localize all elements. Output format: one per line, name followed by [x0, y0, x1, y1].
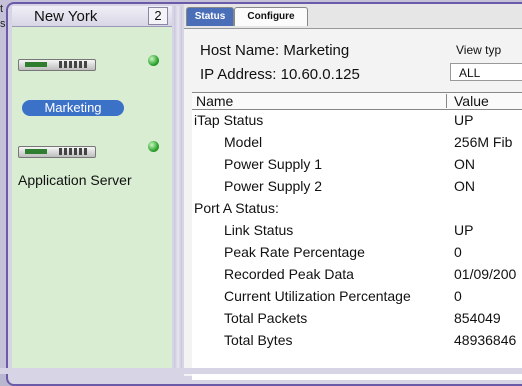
- status-green-led-icon: [148, 55, 159, 66]
- device-tree-panel: New York 2 Marketing Application Server: [12, 6, 172, 374]
- device-label-selected[interactable]: Marketing: [22, 100, 124, 116]
- background-fragment: s: [0, 18, 6, 30]
- table-row[interactable]: Model 256M Fib: [192, 132, 522, 152]
- tab-bar: Status Configure: [184, 4, 522, 29]
- table-row[interactable]: Peak Rate Percentage 0: [192, 242, 522, 262]
- table-row[interactable]: iTap Status UP: [192, 110, 522, 130]
- view-type-select[interactable]: ALL: [450, 63, 522, 81]
- table-row[interactable]: Recorded Peak Data 01/09/200: [192, 264, 522, 284]
- row-name: Model: [224, 134, 263, 150]
- host-info: Host Name: Marketing IP Address: 10.60.0…: [184, 29, 522, 91]
- row-name: Port A Status:: [194, 200, 279, 216]
- device-label[interactable]: Application Server: [18, 172, 132, 188]
- row-value: 01/09/200: [454, 266, 517, 282]
- table-row[interactable]: Power Supply 1 ON: [192, 154, 522, 174]
- row-name: Power Supply 1: [224, 156, 323, 172]
- host-name: Host Name: Marketing: [200, 42, 350, 59]
- location-header[interactable]: New York 2: [12, 6, 172, 27]
- status-table: Name Value iTap Status UP Model 256M Fib Pow…: [192, 92, 522, 380]
- row-name: Peak Rate Percentage: [224, 244, 365, 260]
- table-header: Name Value: [192, 92, 522, 110]
- row-value: 48936846: [454, 332, 517, 348]
- row-value: 0: [454, 244, 462, 260]
- row-name: Total Packets: [224, 310, 308, 326]
- table-row[interactable]: Port A Status:: [192, 198, 522, 218]
- table-row[interactable]: Current Utilization Percentage 0: [192, 286, 522, 306]
- tab-status[interactable]: Status: [186, 7, 234, 26]
- column-resize-handle[interactable]: [446, 94, 447, 108]
- column-header-name[interactable]: Name: [196, 93, 233, 109]
- network-device-icon: [18, 146, 96, 158]
- row-name: Total Bytes: [224, 332, 293, 348]
- background-fragment: t: [0, 3, 4, 15]
- ip-address: IP Address: 10.60.0.125: [200, 66, 360, 83]
- row-value: ON: [454, 156, 475, 172]
- panel-splitter[interactable]: [174, 6, 182, 374]
- tab-configure[interactable]: Configure: [234, 7, 308, 26]
- device-count-badge: 2: [148, 7, 168, 25]
- row-value: 256M Fib: [454, 134, 513, 150]
- row-value: 0: [454, 288, 462, 304]
- row-name: Recorded Peak Data: [224, 266, 354, 282]
- row-value: 854049: [454, 310, 501, 326]
- table-row[interactable]: Total Packets 854049: [192, 308, 522, 328]
- details-panel: Status Configure Host Name: Marketing IP…: [184, 4, 522, 380]
- network-device-icon: [18, 59, 96, 71]
- table-row[interactable]: Link Status UP: [192, 220, 522, 240]
- window-bottom-edge: [0, 368, 522, 374]
- row-value: ON: [454, 178, 475, 194]
- view-type-label: View typ: [456, 43, 502, 57]
- row-name: Current Utilization Percentage: [224, 288, 411, 304]
- row-value: UP: [454, 222, 474, 238]
- row-name: Link Status: [224, 222, 294, 238]
- row-value: UP: [454, 112, 474, 128]
- column-header-value[interactable]: Value: [454, 93, 489, 109]
- table-row[interactable]: Power Supply 2 ON: [192, 176, 522, 196]
- location-title: New York: [34, 8, 98, 25]
- device-list: Marketing Application Server: [12, 27, 172, 374]
- table-row[interactable]: Total Bytes 48936846: [192, 330, 522, 350]
- row-name: Power Supply 2: [224, 178, 323, 194]
- row-name: iTap Status: [194, 112, 264, 128]
- status-green-led-icon: [148, 141, 159, 152]
